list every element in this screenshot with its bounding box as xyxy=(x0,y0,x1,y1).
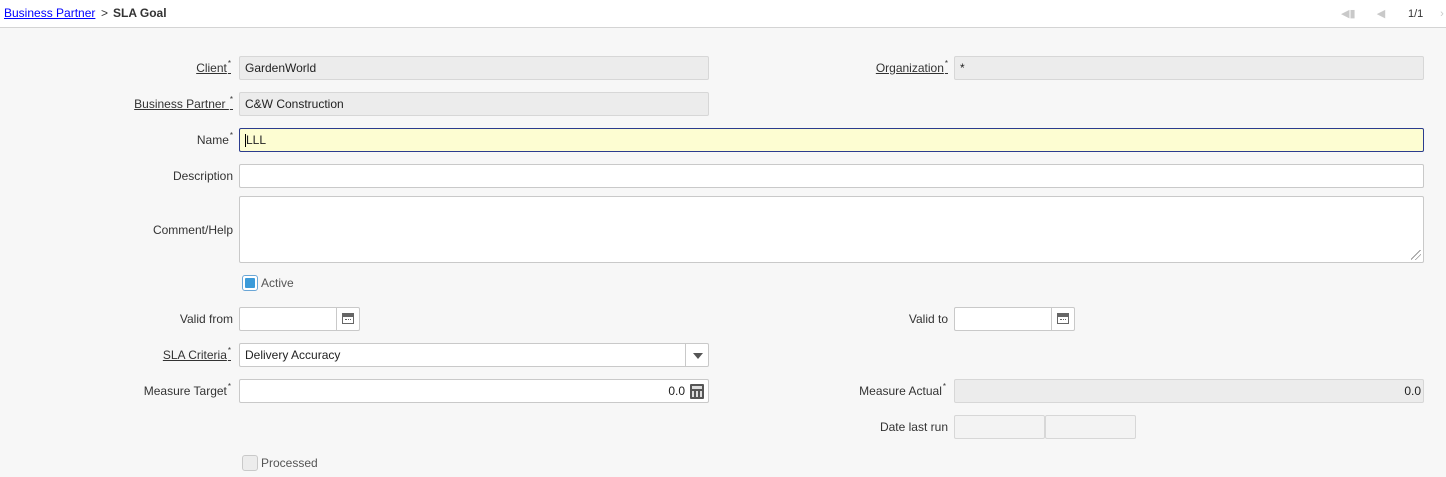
sla-criteria-select[interactable]: Delivery Accuracy xyxy=(239,343,686,367)
name-input[interactable]: LLL xyxy=(239,128,1424,152)
processed-label: Processed xyxy=(261,456,318,470)
date-last-run-date-field[interactable] xyxy=(954,415,1045,439)
description-label: Description xyxy=(172,169,233,183)
client-label[interactable]: Client* xyxy=(196,59,231,75)
chevron-down-icon xyxy=(693,353,703,359)
top-bar: Business Partner > SLA Goal ◀▮ ◀ 1/1 › xyxy=(0,0,1446,28)
name-value: LLL xyxy=(246,133,267,147)
calculator-icon[interactable] xyxy=(690,384,704,399)
description-input[interactable] xyxy=(239,164,1424,188)
date-last-run-label: Date last run xyxy=(879,420,948,434)
comment-help-textarea[interactable] xyxy=(239,196,1424,263)
calendar-icon xyxy=(342,313,354,324)
business-partner-label[interactable]: Business Partner * xyxy=(134,95,233,111)
sla-criteria-dropdown-button[interactable] xyxy=(685,343,709,367)
valid-to-input[interactable] xyxy=(954,307,1053,331)
active-label: Active xyxy=(261,276,294,290)
breadcrumb-current: SLA Goal xyxy=(113,6,167,20)
calendar-icon xyxy=(1057,313,1069,324)
valid-from-calendar-button[interactable] xyxy=(336,307,360,331)
organization-label[interactable]: Organization* xyxy=(876,59,948,75)
record-count: 1/1 xyxy=(1408,8,1424,20)
measure-target-label: Measure Target* xyxy=(143,382,231,398)
sla-criteria-label[interactable]: SLA Criteria* xyxy=(163,346,231,362)
business-partner-field[interactable]: C&W Construction xyxy=(239,92,709,116)
breadcrumb-business-partner-link[interactable]: Business Partner xyxy=(4,6,95,20)
processed-checkbox[interactable] xyxy=(242,455,258,471)
measure-actual-field[interactable]: 0.0 xyxy=(954,379,1424,403)
active-checkbox[interactable] xyxy=(242,275,258,291)
comment-help-label: Comment/Help xyxy=(152,223,233,237)
measure-target-value: 0.0 xyxy=(668,384,685,398)
valid-from-label: Valid from xyxy=(179,312,233,326)
valid-to-label: Valid to xyxy=(908,312,948,326)
measure-target-input[interactable]: 0.0 xyxy=(239,379,709,403)
date-last-run-time-field[interactable] xyxy=(1045,415,1136,439)
client-field[interactable]: GardenWorld xyxy=(239,56,709,80)
measure-actual-label: Measure Actual* xyxy=(859,382,946,398)
organization-field[interactable]: * xyxy=(954,56,1424,80)
next-record-icon[interactable]: › xyxy=(1438,8,1446,20)
previous-record-icon[interactable]: ◀ xyxy=(1374,8,1388,20)
name-label: Name* xyxy=(196,131,233,147)
first-record-icon[interactable]: ◀▮ xyxy=(1341,8,1356,20)
breadcrumb-separator: > xyxy=(101,6,109,20)
valid-from-input[interactable] xyxy=(239,307,337,331)
valid-to-calendar-button[interactable] xyxy=(1051,307,1075,331)
resize-handle-icon[interactable] xyxy=(1411,250,1421,260)
